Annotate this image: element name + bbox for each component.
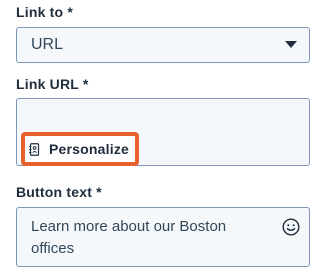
button-text-field[interactable]: Learn more about our Boston offices bbox=[16, 207, 310, 267]
personalize-label: Personalize bbox=[49, 141, 130, 157]
button-text-value: Learn more about our Boston offices bbox=[31, 218, 227, 257]
contact-card-icon bbox=[29, 142, 40, 156]
link-to-select[interactable]: URL bbox=[16, 27, 310, 63]
button-link-form: Link to * URL Link URL * Personalize But… bbox=[0, 0, 326, 278]
personalize-button[interactable]: Personalize bbox=[21, 132, 140, 166]
link-url-field[interactable]: Personalize bbox=[16, 98, 310, 166]
smiley-icon[interactable] bbox=[282, 218, 300, 236]
link-url-label: Link URL * bbox=[16, 76, 89, 92]
caret-down-icon bbox=[285, 41, 297, 48]
link-to-label: Link to * bbox=[16, 4, 74, 20]
button-text-label: Button text * bbox=[16, 184, 102, 200]
link-to-selected-value: URL bbox=[31, 36, 64, 53]
